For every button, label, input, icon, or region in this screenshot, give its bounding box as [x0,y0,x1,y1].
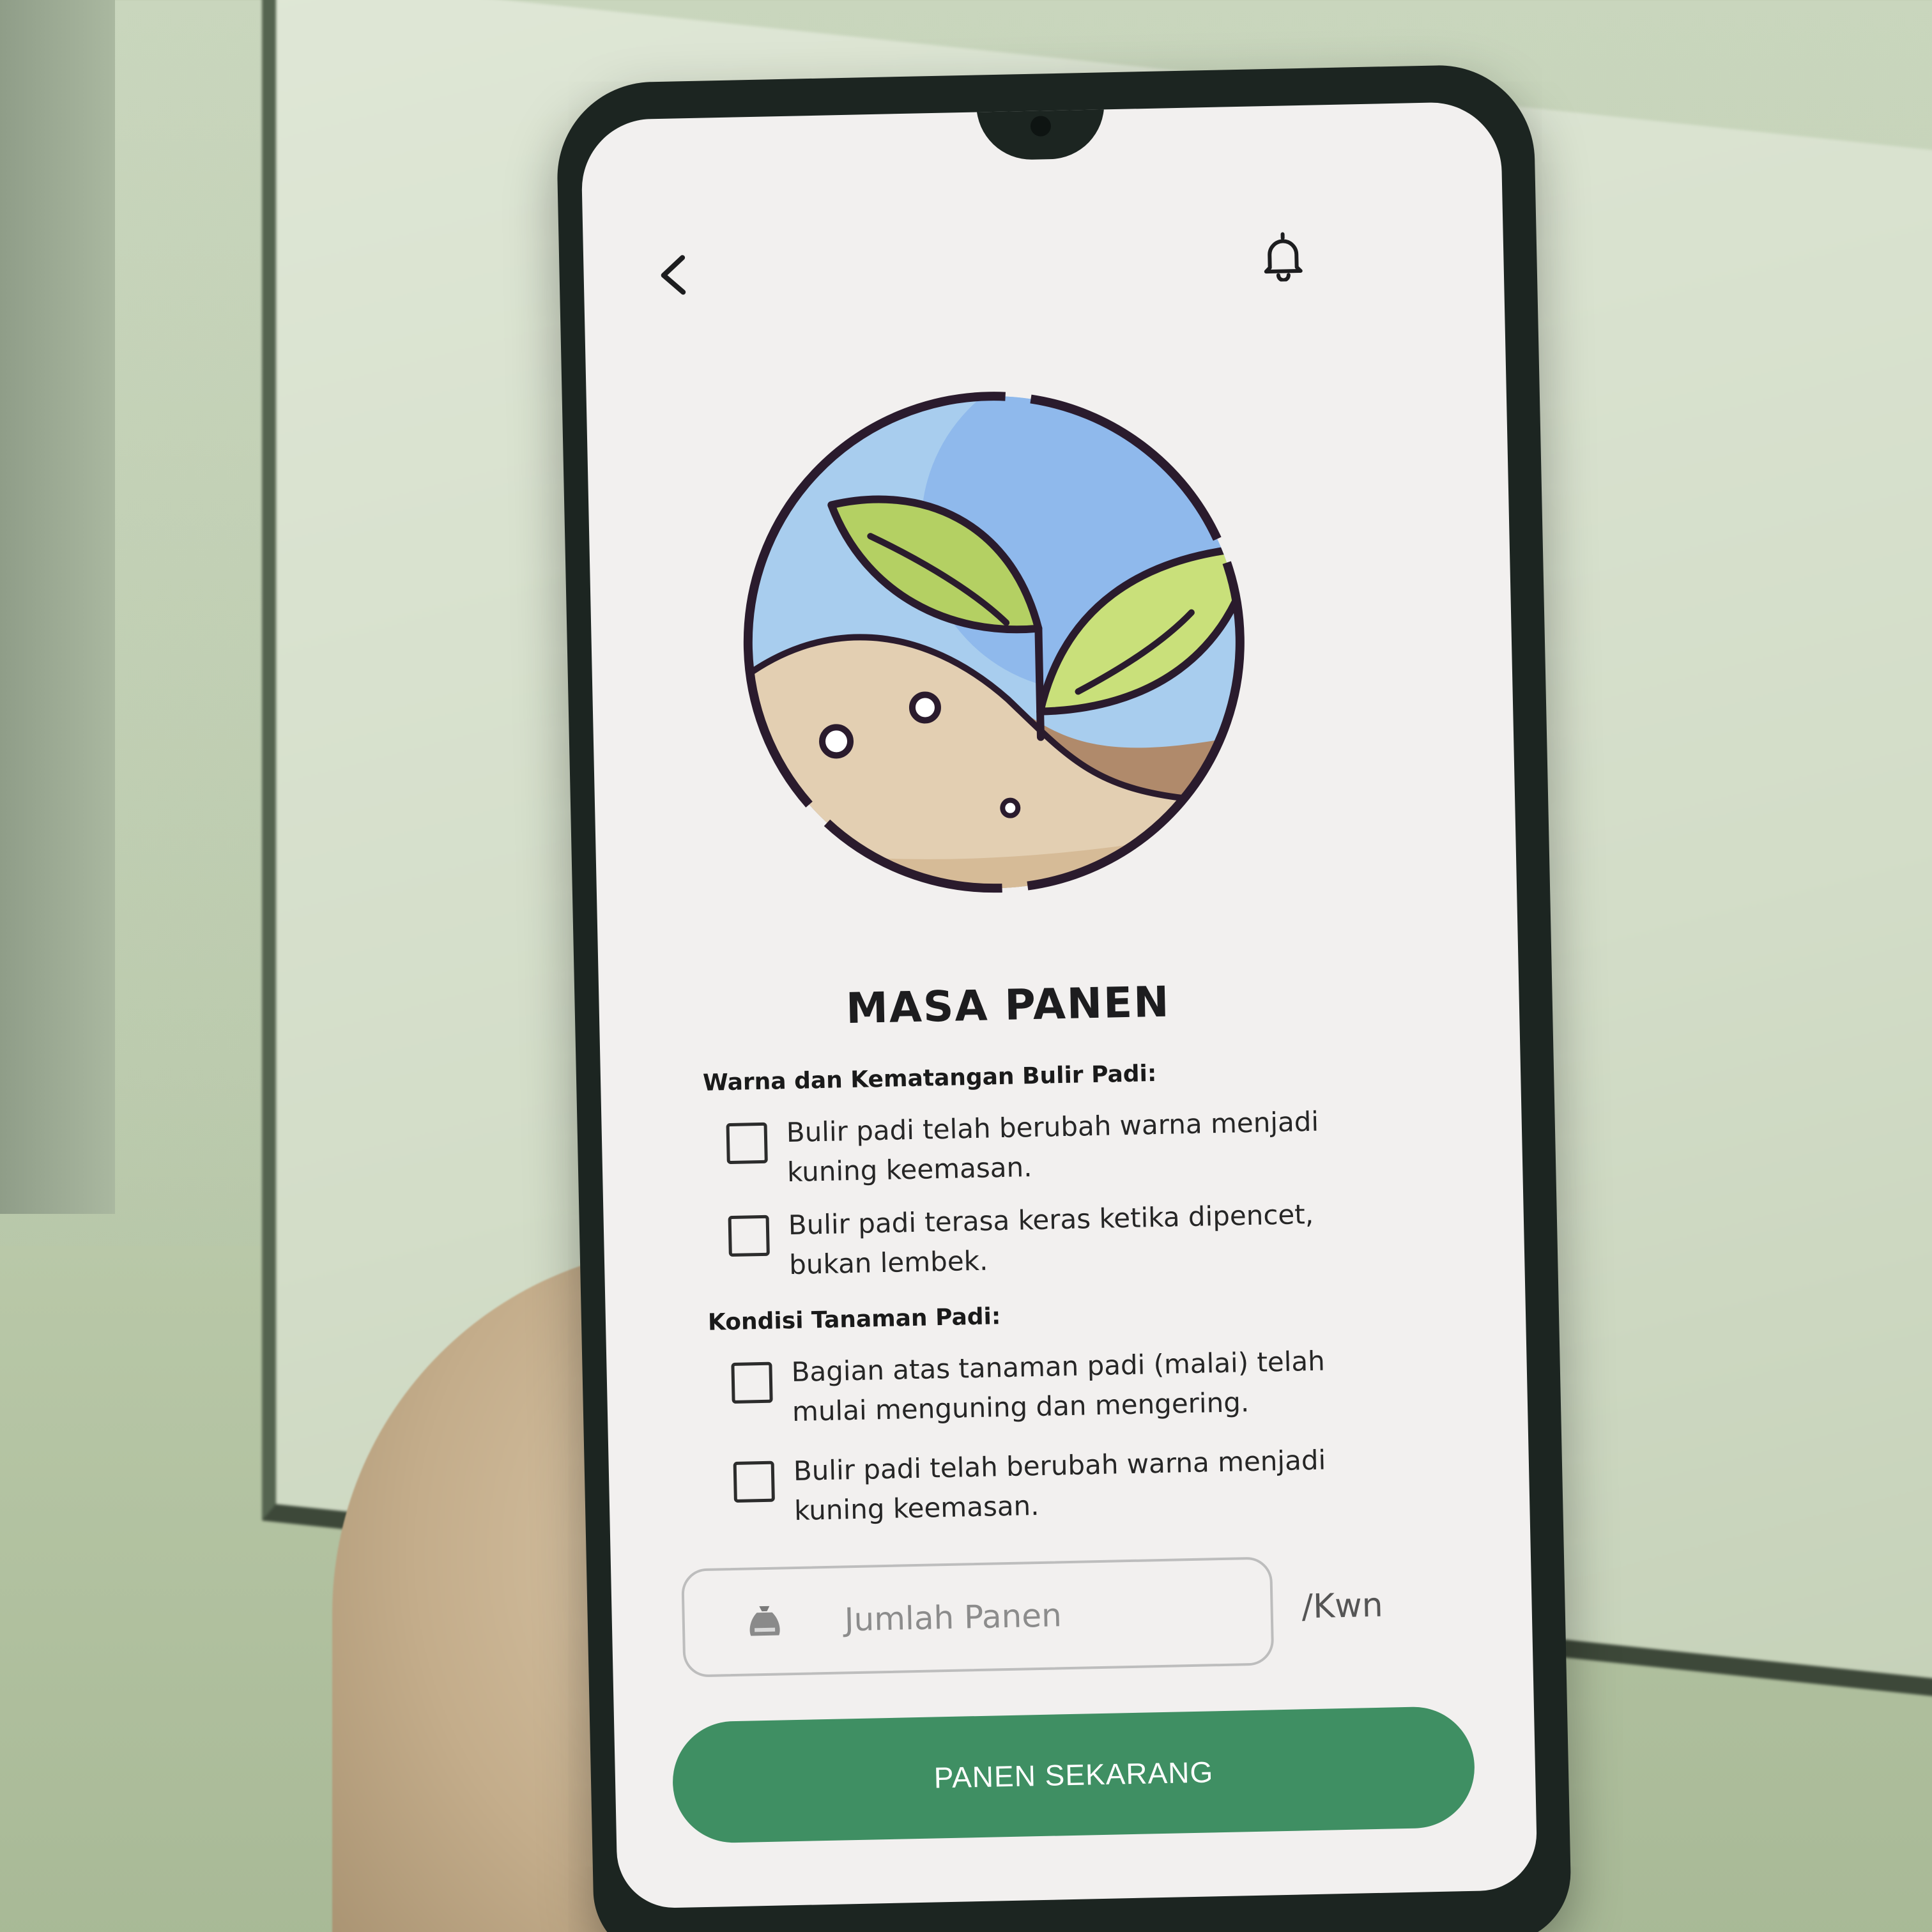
checkbox[interactable] [731,1361,773,1404]
harvest-now-button[interactable]: PANEN SEKARANG [671,1705,1476,1844]
harvest-amount-field[interactable]: Jumlah Panen [681,1556,1275,1678]
checkbox[interactable] [728,1215,770,1257]
checklist-item[interactable]: Bulir padi telah berubah warna menjadi k… [733,1440,1337,1532]
app-screen: MASA PANEN Warna dan Kematangan Bulir Pa… [580,101,1538,1909]
checklist-item-label: Bulir padi telah berubah warna menjadi k… [786,1105,1319,1188]
page-title: MASA PANEN [845,977,1171,1034]
checklist-item[interactable]: Bulir padi telah berubah warna menjadi k… [726,1101,1330,1193]
chevron-left-icon [661,255,686,295]
back-button[interactable] [650,246,696,304]
front-camera [1030,116,1052,137]
checklist-item-label: Bulir padi terasa keras ketika dipencet,… [788,1198,1314,1281]
unit-label: /Kwn [1301,1586,1384,1627]
checklist-item-label: Bulir padi telah berubah warna menjadi k… [793,1444,1326,1526]
notification-button[interactable] [1254,224,1312,289]
checklist-item-label: Bagian atas tanaman padi (malai) telah m… [791,1345,1326,1428]
background-wall [0,0,115,1214]
checkbox[interactable] [726,1122,768,1165]
camera-notch [976,103,1106,161]
rice-sack-icon [749,1606,780,1636]
sprout-field-illustration [742,391,1245,894]
harvest-now-button-label: PANEN SEKARANG [933,1755,1214,1795]
bell-icon [1264,232,1303,282]
section-label-plant: Kondisi Tanaman Padi: [707,1303,1001,1336]
section-label-grain: Warna dan Kematangan Bulir Padi: [702,1060,1157,1096]
checklist-item[interactable]: Bagian atas tanaman padi (malai) telah m… [731,1341,1335,1433]
harvest-amount-placeholder: Jumlah Panen [844,1597,1062,1639]
checkbox[interactable] [733,1460,775,1503]
phone-device: MASA PANEN Warna dan Kematangan Bulir Pa… [555,63,1572,1932]
checklist-item[interactable]: Bulir padi terasa keras ketika dipencet,… [728,1194,1332,1286]
